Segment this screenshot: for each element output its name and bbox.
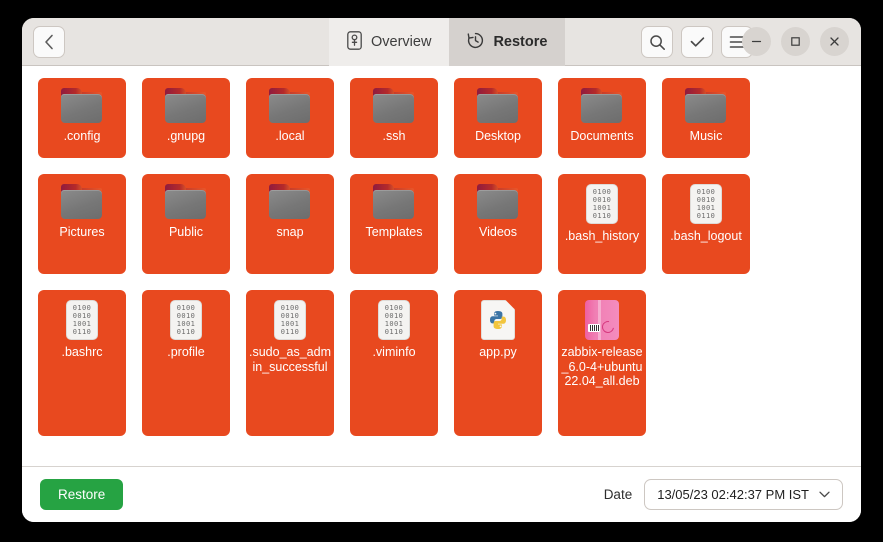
window-controls xyxy=(742,27,849,56)
file-grid-row: 0100001010010110 .bashrc 0100001010010110.… xyxy=(38,290,861,436)
file-tile-label: .profile xyxy=(144,345,228,360)
folder-icon xyxy=(60,184,104,220)
folder-icon xyxy=(372,184,416,220)
file-tile-label: .viminfo xyxy=(352,345,436,360)
file-tile[interactable]: 0100001010010110 .profile xyxy=(142,290,230,436)
tab-bar: Overview Restore xyxy=(329,18,565,66)
file-tile-label: .bash_logout xyxy=(664,229,748,244)
file-tile-label: .config xyxy=(40,129,124,144)
search-button[interactable] xyxy=(641,26,673,58)
restore-button[interactable]: Restore xyxy=(40,479,123,510)
file-tile-label: Pictures xyxy=(40,225,124,240)
file-tile[interactable]: 0100001010010110 .sudo_as_admin_successfu… xyxy=(246,290,334,436)
binary-file-icon: 0100001010010110 xyxy=(66,300,98,340)
chevron-left-icon xyxy=(44,34,54,50)
file-tile-label: Templates xyxy=(352,225,436,240)
binary-file-icon: 0100001010010110 xyxy=(170,300,202,340)
binary-file-icon: 0100001010010110 xyxy=(690,184,722,224)
folder-icon xyxy=(164,184,208,220)
file-tile[interactable]: 0100001010010110 .bashrc xyxy=(38,290,126,436)
binary-file-icon: 0100001010010110 xyxy=(274,300,306,340)
history-clock-icon xyxy=(467,32,484,53)
backup-app-window: Overview Restore xyxy=(22,18,861,522)
date-picker-group: Date 13/05/23 02:42:37 PM IST xyxy=(604,479,843,510)
file-tile-label: .gnupg xyxy=(144,129,228,144)
tab-overview[interactable]: Overview xyxy=(329,18,449,66)
file-tile-label: Desktop xyxy=(456,129,540,144)
file-grid-row: Pictures Public snap Templates Videos 0100001… xyxy=(38,174,861,274)
binary-file-icon: 0100001010010110 xyxy=(586,184,618,224)
folder-icon xyxy=(476,184,520,220)
file-grid-row: .config .gnupg .local .ssh Desktop Documents M… xyxy=(38,78,861,158)
file-tile[interactable]: .ssh xyxy=(350,78,438,158)
folder-icon xyxy=(268,88,312,124)
file-tile[interactable]: Videos xyxy=(454,174,542,274)
file-tile-label: app.py xyxy=(456,345,540,360)
file-tile-label: snap xyxy=(248,225,332,240)
file-tile-label: .bash_history xyxy=(560,229,644,244)
check-icon xyxy=(689,34,706,51)
folder-icon xyxy=(684,88,728,124)
file-tile-label: zabbix-release_6.0-4+ubuntu22.04_all.deb xyxy=(560,345,644,389)
maximize-icon xyxy=(790,36,801,47)
file-tile[interactable]: .local xyxy=(246,78,334,158)
file-tile[interactable]: Pictures xyxy=(38,174,126,274)
date-select[interactable]: 13/05/23 02:42:37 PM IST xyxy=(644,479,843,510)
date-select-value: 13/05/23 02:42:37 PM IST xyxy=(657,487,809,502)
file-tile-label: Videos xyxy=(456,225,540,240)
deb-package-icon xyxy=(585,300,619,340)
folder-icon xyxy=(164,88,208,124)
file-tile[interactable]: 0100001010010110 .bash_logout xyxy=(662,174,750,274)
file-tile[interactable]: 0100001010010110 .bash_history xyxy=(558,174,646,274)
python-file-icon xyxy=(481,300,515,340)
file-tile[interactable]: .gnupg xyxy=(142,78,230,158)
file-tile-label: Documents xyxy=(560,129,644,144)
file-tile-label: Public xyxy=(144,225,228,240)
header-actions xyxy=(641,26,753,58)
date-label: Date xyxy=(604,487,633,502)
file-tile[interactable]: Documents xyxy=(558,78,646,158)
file-tile[interactable]: Music xyxy=(662,78,750,158)
maximize-button[interactable] xyxy=(781,27,810,56)
file-tile[interactable]: Public xyxy=(142,174,230,274)
folder-icon xyxy=(476,88,520,124)
file-tile[interactable]: Desktop xyxy=(454,78,542,158)
file-grid-area: .config .gnupg .local .ssh Desktop Documents M… xyxy=(22,66,861,466)
file-tile-label: Music xyxy=(664,129,748,144)
file-tile[interactable]: 0100001010010110 .viminfo xyxy=(350,290,438,436)
tab-restore-label: Restore xyxy=(493,34,547,50)
select-all-button[interactable] xyxy=(681,26,713,58)
folder-icon xyxy=(372,88,416,124)
header-bar: Overview Restore xyxy=(22,18,861,66)
close-button[interactable] xyxy=(820,27,849,56)
folder-icon xyxy=(580,88,624,124)
file-tile-label: .ssh xyxy=(352,129,436,144)
file-tile-label: .local xyxy=(248,129,332,144)
chevron-down-icon xyxy=(819,491,830,498)
tab-restore[interactable]: Restore xyxy=(449,18,565,66)
drive-icon xyxy=(347,31,362,54)
search-icon xyxy=(649,34,666,51)
folder-icon xyxy=(268,184,312,220)
footer-bar: Restore Date 13/05/23 02:42:37 PM IST xyxy=(22,466,861,522)
binary-file-icon: 0100001010010110 xyxy=(378,300,410,340)
file-tile-label: .sudo_as_admin_successful xyxy=(248,345,332,374)
folder-icon xyxy=(60,88,104,124)
minimize-icon xyxy=(751,36,762,47)
close-icon xyxy=(829,36,840,47)
minimize-button[interactable] xyxy=(742,27,771,56)
file-tile-label: .bashrc xyxy=(40,345,124,360)
file-tile[interactable]: Templates xyxy=(350,174,438,274)
back-button[interactable] xyxy=(33,26,65,58)
file-tile[interactable]: .config xyxy=(38,78,126,158)
file-tile[interactable]: zabbix-release_6.0-4+ubuntu22.04_all.deb xyxy=(558,290,646,436)
file-tile[interactable]: app.py xyxy=(454,290,542,436)
tab-overview-label: Overview xyxy=(371,34,431,50)
file-grid: .config .gnupg .local .ssh Desktop Documents M… xyxy=(38,78,861,436)
file-tile[interactable]: snap xyxy=(246,174,334,274)
